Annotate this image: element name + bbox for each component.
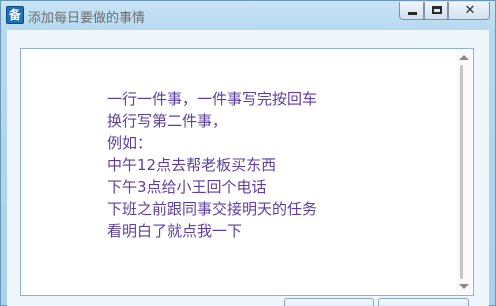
client-area: 一行一件事，一件事写完按回车 换行写第二件事， 例如： 中午12点去帮老板买东西… xyxy=(7,30,489,306)
window-title: 添加每日要做的事情 xyxy=(28,11,146,26)
task-textarea[interactable]: 一行一件事，一件事写完按回车 换行写第二件事， 例如： 中午12点去帮老板买东西… xyxy=(20,48,474,296)
minimize-button[interactable] xyxy=(399,2,424,20)
vertical-scrollbar[interactable] xyxy=(456,50,472,294)
app-icon[interactable]: 备 xyxy=(6,6,24,24)
dialog-button-right[interactable] xyxy=(378,298,469,306)
scroll-down-arrow-icon[interactable] xyxy=(459,284,469,289)
scroll-thumb[interactable] xyxy=(460,65,463,279)
task-text[interactable]: 一行一件事，一件事写完按回车 换行写第二件事， 例如： 中午12点去帮老板买东西… xyxy=(107,88,447,242)
close-icon: ✕ xyxy=(464,3,476,18)
dialog-window: 备 添加每日要做的事情 ✕ 一行一件事，一件事写完按回车 换行写第二件事， 例如… xyxy=(0,0,496,306)
scroll-up-arrow-icon[interactable] xyxy=(459,55,469,60)
dialog-button-left[interactable] xyxy=(284,298,374,306)
title-bar[interactable]: 备 添加每日要做的事情 ✕ xyxy=(1,1,495,29)
maximize-icon xyxy=(432,6,442,14)
maximize-button[interactable] xyxy=(424,2,448,20)
close-button[interactable]: ✕ xyxy=(448,2,490,20)
minimize-icon xyxy=(408,12,417,15)
